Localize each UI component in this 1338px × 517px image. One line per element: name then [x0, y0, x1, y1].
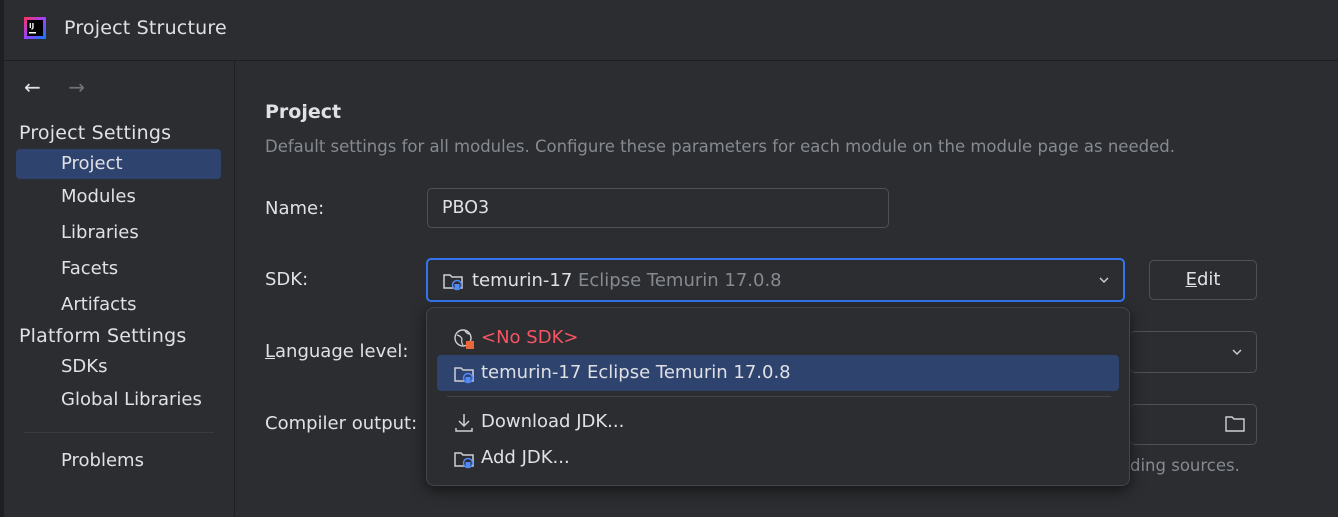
sdk-option-add-jdk[interactable]: Add JDK... [437, 440, 1119, 476]
compiler-output-hint: ding sources. [1130, 456, 1240, 475]
sdk-option-download-jdk[interactable]: Download JDK... [437, 404, 1119, 440]
jdk-folder-icon [443, 274, 463, 291]
add-jdk-label: Add JDK... [481, 447, 570, 468]
name-label: Name: [265, 198, 325, 219]
back-arrow-icon[interactable]: ← [24, 75, 46, 99]
chevron-down-icon [1099, 277, 1109, 283]
sidebar-item-artifacts[interactable]: Artifacts [16, 290, 221, 320]
platform-settings-heading: Platform Settings [19, 325, 187, 347]
sdk-dropdown-popup: <No SDK> temurin-17 Eclipse Temurin 17.0… [426, 307, 1130, 486]
sidebar-item-facets[interactable]: Facets [16, 254, 221, 284]
sdk-option-no-sdk[interactable]: <No SDK> [437, 320, 1119, 356]
page-description: Default settings for all modules. Config… [265, 137, 1175, 156]
forward-arrow-icon[interactable]: → [68, 75, 90, 99]
language-level-combobox[interactable] [1130, 331, 1257, 373]
sidebar-item-modules[interactable]: Modules [16, 182, 221, 212]
project-structure-dialog: IJ Project Structure ← → Project Setting… [4, 0, 1338, 517]
sdk-combobox[interactable]: temurin-17 Eclipse Temurin 17.0.8 [426, 258, 1125, 302]
temurin-option-label: temurin-17 Eclipse Temurin 17.0.8 [481, 362, 791, 383]
svg-text:IJ: IJ [29, 22, 34, 30]
sidebar-divider [24, 432, 214, 433]
sidebar-item-global-libraries[interactable]: Global Libraries [16, 385, 221, 415]
language-level-label: Language level: [265, 341, 408, 362]
title-bar: IJ Project Structure [4, 0, 1338, 61]
sdk-option-temurin-17[interactable]: temurin-17 Eclipse Temurin 17.0.8 [437, 355, 1119, 391]
sidebar-item-libraries[interactable]: Libraries [16, 218, 221, 248]
project-name-field[interactable]: PBO3 [427, 188, 889, 228]
intellij-logo-icon: IJ [24, 17, 46, 39]
jdk-folder-icon [454, 452, 474, 469]
globe-no-sdk-icon [454, 329, 474, 349]
sdk-label: SDK: [265, 269, 309, 290]
folder-icon[interactable] [1224, 414, 1246, 434]
compiler-output-label: Compiler output: [265, 413, 418, 434]
download-jdk-label: Download JDK... [481, 411, 625, 432]
language-mnemonic: L [265, 341, 276, 362]
edit-label-rest: dit [1196, 269, 1221, 290]
popup-divider [447, 396, 1111, 397]
no-sdk-label: <No SDK> [481, 327, 579, 348]
sdk-name: temurin-17 [472, 270, 573, 291]
language-label-rest: anguage level: [275, 341, 409, 362]
chevron-down-icon [1232, 349, 1242, 355]
compiler-output-field[interactable] [1130, 404, 1257, 445]
download-icon [455, 414, 473, 432]
page-title: Project [265, 101, 342, 123]
nav-arrows: ← → [24, 75, 90, 99]
edit-mnemonic: E [1185, 269, 1197, 290]
project-settings-heading: Project Settings [19, 122, 172, 144]
sidebar-item-project[interactable]: Project [16, 149, 221, 179]
sdk-detail: Eclipse Temurin 17.0.8 [578, 270, 782, 291]
sdk-selected-value: temurin-17 Eclipse Temurin 17.0.8 [472, 270, 782, 291]
edit-sdk-button[interactable]: Edit [1149, 260, 1257, 300]
sidebar: ← → Project Settings Project Modules Lib… [4, 61, 235, 517]
jdk-folder-icon [454, 367, 474, 384]
sidebar-item-sdks[interactable]: SDKs [16, 352, 221, 382]
sidebar-item-problems[interactable]: Problems [16, 446, 221, 476]
window-title: Project Structure [64, 17, 227, 39]
